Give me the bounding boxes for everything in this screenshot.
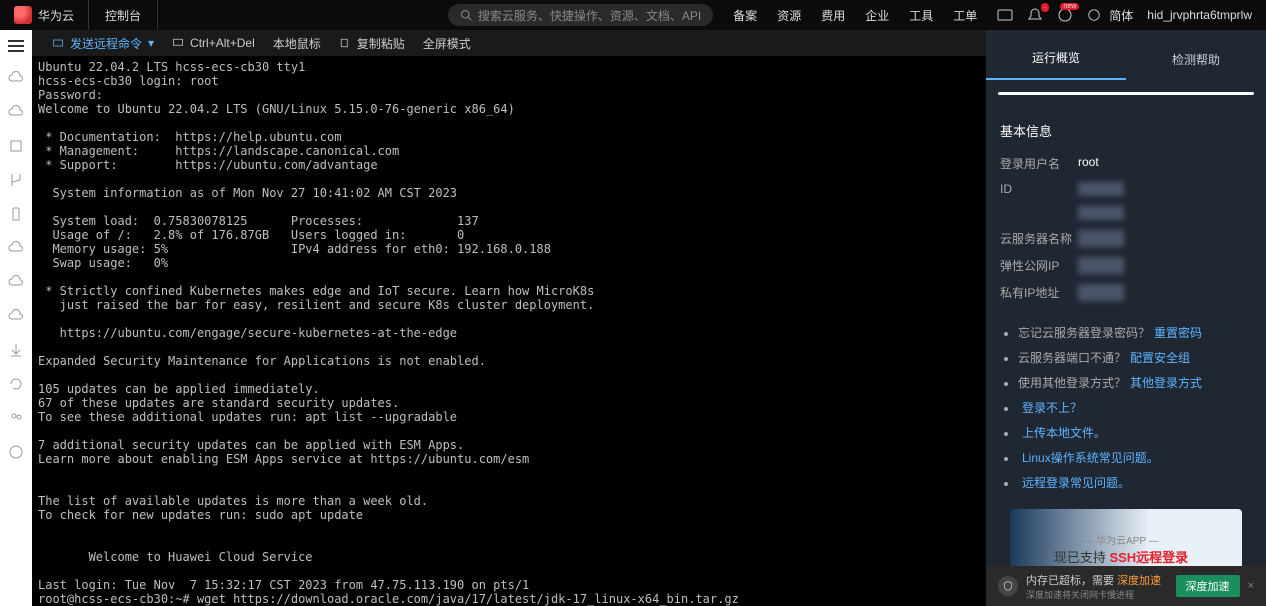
faq-item: 远程登录常见问题。: [1018, 474, 1252, 491]
faq-item: 上传本地文件。: [1018, 424, 1252, 441]
faq-item: 忘记云服务器登录密码？重置密码: [1018, 324, 1252, 341]
cloud-up-icon[interactable]: [8, 104, 24, 120]
lang-selector[interactable]: 简体: [1109, 7, 1133, 24]
nav-resource[interactable]: 资源: [777, 7, 801, 24]
eip-label: 弹性公网IP: [1000, 257, 1078, 274]
faq-link[interactable]: 重置密码: [1154, 326, 1202, 340]
cart-icon[interactable]: new: [1057, 7, 1073, 23]
faq-link[interactable]: 上传本地文件。: [1022, 426, 1106, 440]
faq-item: 云服务器端口不通？配置安全组: [1018, 349, 1252, 366]
speed-boost-button[interactable]: 深度加速: [1176, 575, 1240, 597]
login-user-value: root: [1078, 155, 1099, 172]
globe2-icon[interactable]: [8, 444, 24, 460]
brand-text: 华为云: [38, 7, 74, 24]
nav-ticket[interactable]: 工单: [953, 7, 977, 24]
faq-link[interactable]: 远程登录常见问题。: [1022, 476, 1130, 490]
progress-bar: [998, 92, 1254, 95]
bell-badge: ·: [1041, 3, 1050, 12]
phone-icon[interactable]: [8, 206, 24, 222]
user-id[interactable]: hid_jrvphrta6tmprlw: [1147, 8, 1252, 22]
faq-link[interactable]: Linux操作系统常见问题。: [1022, 451, 1159, 465]
new-badge: new: [1060, 3, 1079, 10]
branch-icon[interactable]: [8, 172, 24, 188]
faq-item: 使用其他登录方式？其他登录方式: [1018, 374, 1252, 391]
nav-tools[interactable]: 工具: [909, 7, 933, 24]
cloud4-icon[interactable]: [8, 308, 24, 324]
ctrl-alt-del[interactable]: Ctrl+Alt+Del: [172, 36, 255, 50]
top-bar: 华为云 控制台 搜索云服务、快捷操作、资源、文档、API 备案 资源 费用 企业…: [0, 0, 1266, 30]
tab-overview[interactable]: 运行概览: [986, 37, 1126, 80]
top-nav-links: 备案 资源 费用 企业 工具 工单: [713, 7, 997, 24]
tab-help[interactable]: 检测帮助: [1126, 39, 1266, 80]
faq-link[interactable]: 登录不上？: [1022, 401, 1082, 415]
shield-icon: [998, 576, 1018, 596]
center-area: 发送远程命令 ▾ Ctrl+Alt+Del 本地鼠标 复制粘贴 全屏模式 Ubu…: [32, 30, 986, 606]
top-icon-group: · new 简体 hid_jrvphrta6tmprlw: [997, 7, 1266, 24]
left-rail: [0, 30, 32, 606]
login-user-label: 登录用户名: [1000, 155, 1078, 172]
search-box[interactable]: 搜索云服务、快捷操作、资源、文档、API: [448, 4, 713, 26]
huawei-logo-icon: [14, 6, 32, 24]
faq-link[interactable]: 其他登录方式: [1130, 376, 1202, 390]
close-icon[interactable]: ×: [1248, 580, 1254, 592]
eip-value: x: [1078, 257, 1124, 274]
id-value2: x: [1078, 206, 1124, 220]
refresh-icon[interactable]: [8, 376, 24, 392]
chevron-down-icon: ▾: [148, 36, 154, 50]
rp-tabs: 运行概览 检测帮助: [986, 30, 1266, 80]
server-name-value: x: [1078, 230, 1124, 247]
send-icon: [52, 37, 64, 49]
right-panel: 运行概览 检测帮助 基本信息 登录用户名root IDx x 云服务器名称x 弹…: [986, 30, 1266, 606]
speed-sub: 深度加速将关闭网卡慢进程: [1026, 588, 1168, 601]
nav-beian[interactable]: 备案: [733, 7, 757, 24]
vnc-toolbar: 发送远程命令 ▾ Ctrl+Alt+Del 本地鼠标 复制粘贴 全屏模式: [32, 30, 986, 56]
faq-item: 登录不上？: [1018, 399, 1252, 416]
terminal-output[interactable]: Ubuntu 22.04.2 LTS hcss-ecs-cb30 tty1 hc…: [32, 56, 986, 606]
faq-list: 忘记云服务器登录密码？重置密码 云服务器端口不通？配置安全组 使用其他登录方式？…: [1000, 324, 1252, 491]
search-placeholder: 搜索云服务、快捷操作、资源、文档、API: [478, 7, 701, 24]
menu-icon[interactable]: [8, 40, 24, 52]
message-icon[interactable]: [997, 7, 1013, 23]
speed-warning: 内存已超标，需要 深度加速: [1026, 572, 1168, 588]
cloud-icon[interactable]: [8, 70, 24, 86]
basic-info-title: 基本信息: [1000, 121, 1252, 140]
promo-main: 现已支持 SSH远程登录: [1054, 547, 1188, 566]
faq-item: Linux操作系统常见问题。: [1018, 449, 1252, 466]
shortcut-label: Ctrl+Alt+Del: [190, 36, 255, 50]
pip-value: x: [1078, 284, 1124, 301]
pip-label: 私有IP地址: [1000, 284, 1078, 301]
copy-label: 复制粘贴: [357, 35, 405, 52]
console-button[interactable]: 控制台: [88, 0, 158, 30]
id-label: ID: [1000, 182, 1078, 196]
nav-billing[interactable]: 费用: [821, 7, 845, 24]
cloud3-icon[interactable]: [8, 274, 24, 290]
globe-icon: [1087, 8, 1101, 22]
fullscreen[interactable]: 全屏模式: [423, 35, 471, 52]
copy-icon: [339, 37, 351, 49]
people-icon[interactable]: [8, 410, 24, 426]
send-remote-cmd[interactable]: 发送远程命令 ▾: [52, 35, 154, 52]
monitor-icon: [172, 37, 184, 49]
brand-logo[interactable]: 华为云: [0, 6, 88, 24]
id-value: x: [1078, 182, 1124, 196]
download-icon[interactable]: [8, 342, 24, 358]
local-mouse[interactable]: 本地鼠标: [273, 35, 321, 52]
search-icon: [460, 9, 472, 21]
bell-icon[interactable]: ·: [1027, 7, 1043, 23]
server-icon[interactable]: [8, 138, 24, 154]
nav-enterprise[interactable]: 企业: [865, 7, 889, 24]
speed-alert-bar: 内存已超标，需要 深度加速 深度加速将关闭网卡慢进程 深度加速 ×: [986, 566, 1266, 606]
promo-top: — 华为云APP —: [1083, 532, 1158, 547]
faq-link[interactable]: 配置安全组: [1130, 351, 1190, 365]
server-name-label: 云服务器名称: [1000, 230, 1078, 247]
copy-paste[interactable]: 复制粘贴: [339, 35, 405, 52]
cloud2-icon[interactable]: [8, 240, 24, 256]
send-label: 发送远程命令: [70, 35, 142, 52]
